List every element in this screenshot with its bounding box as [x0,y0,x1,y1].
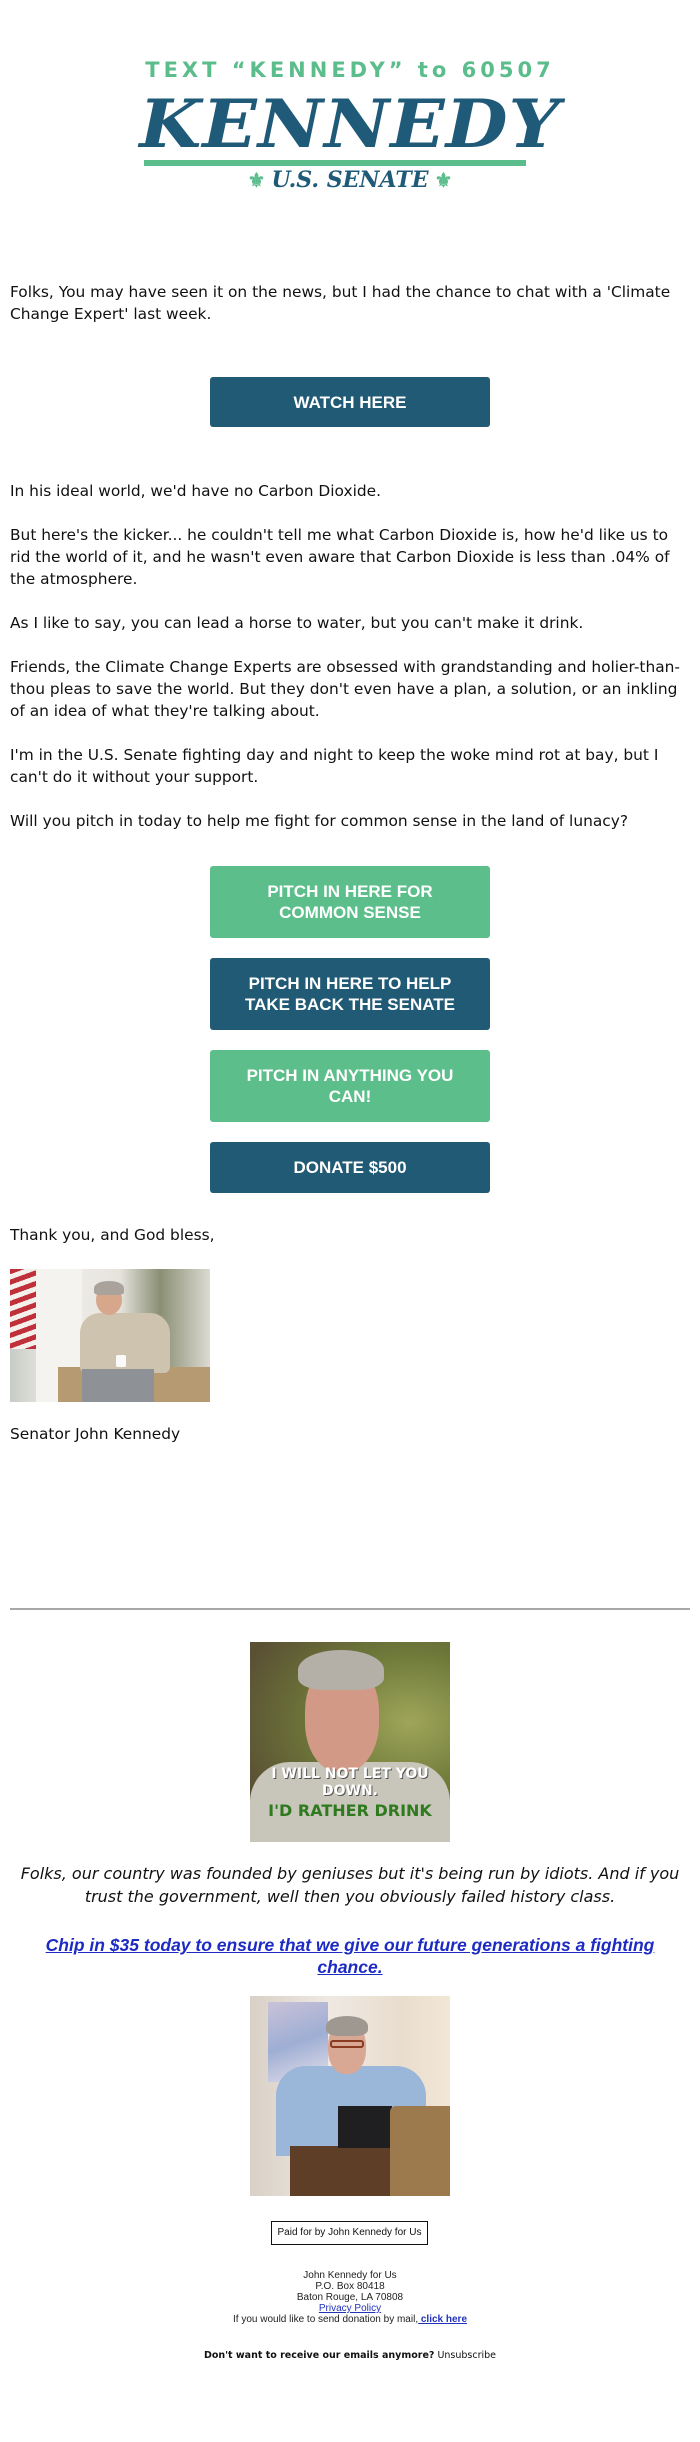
coffee-mug-graphic [116,1355,126,1367]
body-paragraph: In his ideal world, we'd have no Carbon … [10,482,381,500]
section-divider [10,1608,690,1610]
donate-500-button[interactable]: DONATE $500 [210,1142,490,1193]
unsubscribe-question: Don't want to receive our emails anymore… [203,2350,435,2361]
fleur-de-lis-icon: ⚜ [434,168,453,192]
body-paragraph: As I like to say, you can lead a horse t… [10,614,584,632]
call-to-action-paragraph: Will you pitch in today to help me fight… [10,812,629,830]
logo-senate-line: ⚜ U.S. SENATE ⚜ [0,167,700,193]
senator-porch-photo [10,1269,210,1402]
watch-here-button[interactable]: WATCH HERE [210,377,490,427]
body-paragraph: I'm in the U.S. Senate fighting day and … [10,746,659,786]
unsubscribe-link[interactable]: Unsubscribe [437,2350,496,2361]
meme-caption-white: I WILL NOT LET YOU DOWN. [271,1766,429,1799]
body-paragraph: But here's the kicker... he couldn't tel… [10,526,670,588]
footer-org: John Kennedy for Us [303,2270,397,2281]
signature-name: Senator John Kennedy [10,1425,181,1443]
senator-desk-photo[interactable] [250,1996,450,2196]
pitch-in-anything-button[interactable]: PITCH IN ANYTHING YOU CAN! [210,1050,490,1122]
mail-donation-text: If you would like to send donation by ma… [232,2314,419,2325]
american-flag-graphic [10,1269,36,1349]
mail-donation-click-here-link[interactable]: click here [418,2314,467,2325]
pitch-in-take-back-senate-button[interactable]: PITCH IN HERE TO HELP TAKE BACK THE SENA… [210,958,490,1030]
footer-city: Baton Rouge, LA 70808 [296,2292,404,2303]
intro-paragraph: Folks, You may have seen it on the news,… [10,283,671,323]
logo-kennedy: KENNEDY [139,85,561,163]
fleur-de-lis-icon: ⚜ [247,168,266,192]
footer-po-box: P.O. Box 80418 [315,2281,385,2292]
logo-underline-bar [144,160,526,166]
chip-in-35-link[interactable]: Chip in $35 today to ensure that we give… [40,1934,660,1978]
tablet-graphic [338,2106,392,2148]
logo-office: U.S. SENATE [271,167,429,193]
pitch-in-common-sense-button[interactable]: PITCH IN HERE FOR COMMON SENSE [210,866,490,938]
senator-meme-image[interactable]: I WILL NOT LET YOU DOWN. I'D RATHER DRIN… [250,1642,450,1842]
meme-caption-green: I'D RATHER DRINK [268,1801,432,1820]
body-paragraph: Friends, the Climate Change Experts are … [10,658,680,720]
footer-address: John Kennedy for Us P.O. Box 80418 Baton… [0,2270,700,2325]
paid-for-disclaimer: Paid for by John Kennedy for Us [271,2221,428,2245]
privacy-policy-link[interactable]: Privacy Policy [319,2303,381,2314]
signoff-text: Thank you, and God bless, [10,1226,215,1244]
text-to-join-line: TEXT “KENNEDY” to 60507 [145,58,555,82]
glasses-graphic [330,2040,364,2048]
quote-text: Folks, our country was founded by genius… [20,1864,680,1906]
unsubscribe-line: Don't want to receive our emails anymore… [0,2350,700,2361]
